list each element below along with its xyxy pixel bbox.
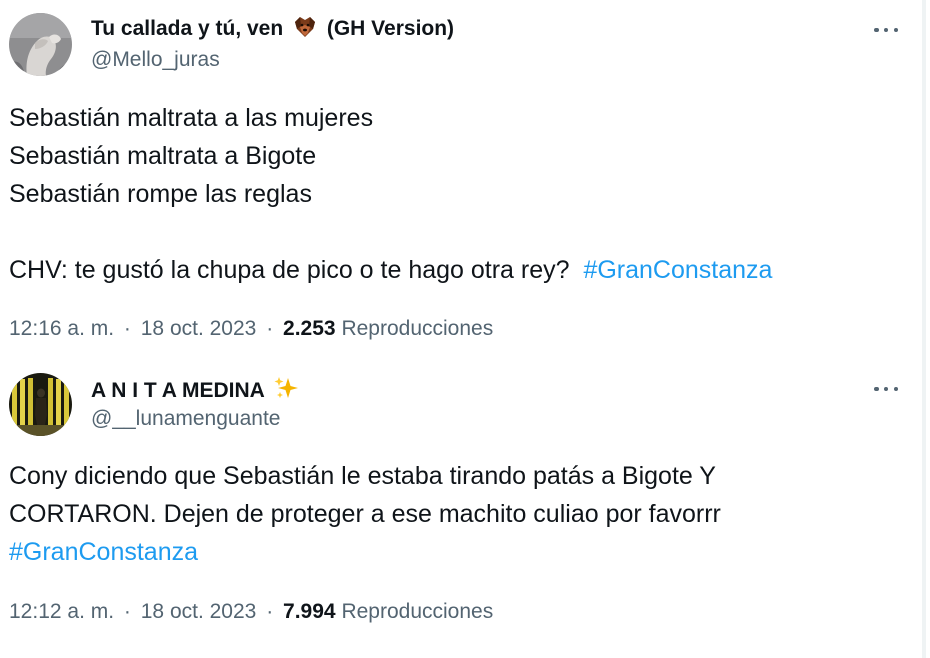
meta-separator: · (123, 317, 131, 340)
avatar-image (9, 13, 72, 76)
hashtag-link[interactable]: #GranConstanza (583, 256, 772, 284)
tweet-time[interactable]: 12:16 a. m. (9, 317, 114, 340)
meta-separator: · (266, 600, 274, 623)
tweet-text-line: CORTARON. Dejen de proteger a ese machit… (9, 500, 721, 528)
tweet-text-segment: CHV: te gustó la chupa de pico o te hago… (9, 256, 570, 284)
tweet-text: Cony diciendo que Sebastián le estaba ti… (9, 457, 909, 571)
views-label: Reproducciones (341, 317, 494, 340)
tweet[interactable]: Tu callada y tú, ven (GH Version) @Mello… (0, 0, 926, 358)
more-horizontal-icon[interactable] (874, 25, 898, 35)
tweet-text-line: #GranConstanza (9, 533, 909, 571)
display-name[interactable]: A N I T A MEDINA (91, 376, 304, 406)
tweet-text-line: Sebastián maltrata a Bigote (9, 142, 317, 170)
display-name-text: Tu callada y tú, ven (91, 17, 284, 40)
display-name[interactable]: Tu callada y tú, ven (GH Version) (91, 16, 454, 44)
tweet-text-line: Sebastián rompe las reglas (9, 180, 312, 208)
tweet-meta: 12:16 a. m. · 18 oct. 2023 · 2.253 Repro… (9, 317, 493, 341)
tweet-text-line: Cony diciendo que Sebastián le estaba ti… (9, 462, 716, 490)
tweet-text: Sebastián maltrata a las mujeres Sebasti… (9, 99, 909, 289)
views-count: 7.994 (283, 600, 336, 623)
avatar-image (9, 373, 72, 436)
tweet-date[interactable]: 18 oct. 2023 (141, 600, 257, 623)
views-label: Reproducciones (341, 600, 494, 623)
handle[interactable]: @Mello_juras (91, 48, 220, 72)
tweet-date[interactable]: 18 oct. 2023 (141, 317, 257, 340)
avatar[interactable] (9, 13, 72, 76)
more-horizontal-icon[interactable] (874, 384, 898, 394)
views-count: 2.253 (283, 317, 336, 340)
column-border (922, 0, 926, 658)
meta-separator: · (123, 600, 131, 623)
tweet-text-line: CHV: te gustó la chupa de pico o te hago… (9, 251, 909, 289)
tweet-meta: 12:12 a. m. · 18 oct. 2023 · 7.994 Repro… (9, 600, 493, 624)
meta-separator: · (266, 317, 274, 340)
tweet-text-spacer (9, 213, 909, 251)
display-name-text: A N I T A MEDINA (91, 379, 265, 402)
tweet-time[interactable]: 12:12 a. m. (9, 600, 114, 623)
sparkles-emoji-icon (274, 376, 300, 406)
tweet[interactable]: A N I T A MEDINA @__lunamenguante Cony d… (0, 358, 926, 658)
display-name-suffix: (GH Version) (326, 17, 455, 40)
avatar[interactable] (9, 373, 72, 436)
tweet-feed: Tu callada y tú, ven (GH Version) @Mello… (0, 0, 926, 658)
handle[interactable]: @__lunamenguante (91, 407, 280, 431)
hashtag-link[interactable]: #GranConstanza (9, 538, 198, 566)
tweet-text-line: Sebastián maltrata a las mujeres (9, 104, 374, 132)
dog-face-emoji-icon (293, 16, 317, 44)
